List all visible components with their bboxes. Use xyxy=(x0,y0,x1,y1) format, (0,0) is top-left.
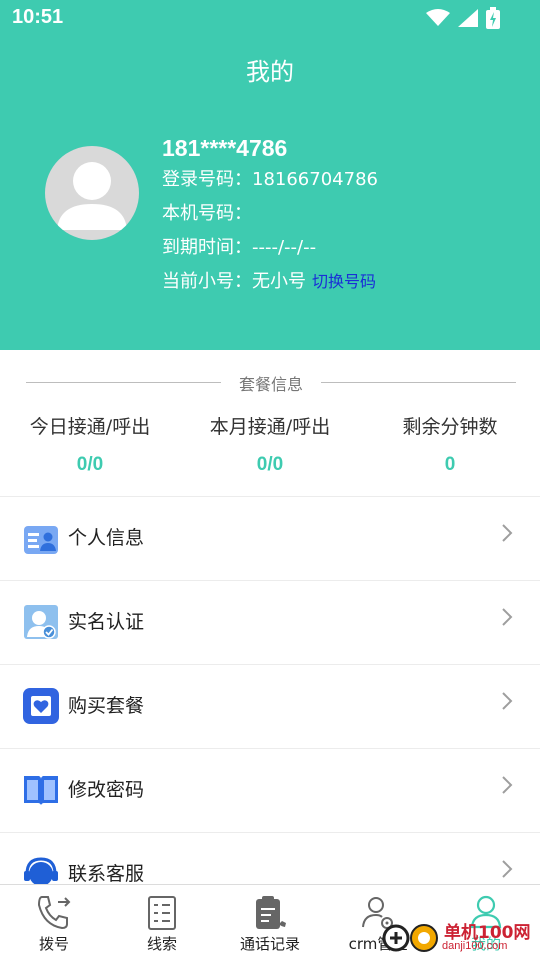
menu-item-personal-info[interactable]: 个人信息 xyxy=(0,496,540,580)
app-root: 10:51 我的 181****4786 登录号码：18166704786 本机… xyxy=(0,0,540,960)
menu-item-change-password[interactable]: 修改密码 xyxy=(0,748,540,832)
package-section-header: 套餐信息 xyxy=(26,368,516,396)
menu-label: 购买套餐 xyxy=(68,695,145,717)
status-icons xyxy=(426,7,500,29)
call-log-icon xyxy=(256,896,286,929)
menu-label: 实名认证 xyxy=(68,611,145,633)
expire-time-value: ----/--/-- xyxy=(252,237,317,258)
menu-item-buy-package[interactable]: 购买套餐 xyxy=(0,664,540,748)
stat-label: 剩余分钟数 xyxy=(402,416,498,438)
current-number-value: 无小号 xyxy=(252,271,306,292)
switch-number-link[interactable]: 切换号码 xyxy=(312,272,376,291)
nav-label: 通话记录 xyxy=(239,935,300,953)
chevron-right-icon xyxy=(502,776,513,794)
nav-call-log[interactable]: 通话记录 xyxy=(216,885,324,960)
phone-forward-icon xyxy=(37,896,71,930)
status-time: 10:51 xyxy=(12,6,64,28)
stat-label: 今日接通/呼出 xyxy=(29,416,151,438)
battery-charging-icon xyxy=(486,7,500,29)
nav-label: 拨号 xyxy=(38,935,69,953)
heart-shop-icon xyxy=(22,687,60,725)
watermark-subtext: danji100.com xyxy=(442,940,508,952)
nav-dial[interactable]: 拨号 xyxy=(0,885,108,960)
stat-value: 0/0 xyxy=(76,454,104,475)
chevron-right-icon xyxy=(502,692,513,710)
menu-label: 联系客服 xyxy=(68,863,145,885)
book-icon xyxy=(22,771,60,809)
menu-item-real-name[interactable]: 实名认证 xyxy=(0,580,540,664)
watermark-logo-icon xyxy=(382,924,438,952)
stat-value: 0 xyxy=(444,454,456,475)
menu-label: 个人信息 xyxy=(68,527,145,549)
stat-label: 本月接通/呼出 xyxy=(209,416,331,438)
current-number-label: 当前小号： xyxy=(162,271,252,292)
wifi-icon xyxy=(426,9,450,26)
profile-header: 10:51 我的 181****4786 登录号码：18166704786 本机… xyxy=(0,0,540,350)
nav-label: 线索 xyxy=(146,935,177,953)
expire-time-row: 到期时间：----/--/-- xyxy=(162,231,378,265)
menu-label: 修改密码 xyxy=(68,779,145,801)
chevron-right-icon xyxy=(502,608,513,626)
stat-value: 0/0 xyxy=(256,454,284,475)
local-number-row: 本机号码： xyxy=(162,197,378,231)
status-bar: 10:51 xyxy=(0,0,540,36)
page-title: 我的 xyxy=(246,58,294,86)
login-number-label: 登录号码： xyxy=(162,169,252,190)
stat-month: 本月接通/呼出 0/0 xyxy=(180,412,360,476)
masked-phone: 181****4786 xyxy=(162,135,288,161)
divider-line xyxy=(321,382,516,383)
avatar[interactable] xyxy=(45,146,139,240)
stat-today: 今日接通/呼出 0/0 xyxy=(0,412,180,476)
current-number-row: 当前小号：无小号 切换号码 xyxy=(162,265,378,299)
local-number-label: 本机号码： xyxy=(162,203,252,224)
watermark: 单机100网 danji100.com xyxy=(382,914,532,958)
id-card-icon xyxy=(22,521,60,559)
login-number-value: 18166704786 xyxy=(252,169,378,190)
clue-list-icon xyxy=(148,896,176,930)
default-avatar-icon xyxy=(57,162,127,230)
chevron-right-icon xyxy=(502,860,513,878)
verified-user-icon xyxy=(22,603,60,641)
nav-clues[interactable]: 线索 xyxy=(108,885,216,960)
package-title: 套餐信息 xyxy=(238,375,303,394)
expire-time-label: 到期时间： xyxy=(162,237,252,258)
signal-icon xyxy=(458,9,478,27)
login-number-row: 登录号码：18166704786 xyxy=(162,163,378,197)
stat-minutes: 剩余分钟数 0 xyxy=(360,412,540,476)
profile-info: 181****4786 登录号码：18166704786 本机号码： 到期时间：… xyxy=(162,133,378,299)
chevron-right-icon xyxy=(502,524,513,542)
package-stats: 今日接通/呼出 0/0 本月接通/呼出 0/0 剩余分钟数 0 xyxy=(0,412,540,476)
